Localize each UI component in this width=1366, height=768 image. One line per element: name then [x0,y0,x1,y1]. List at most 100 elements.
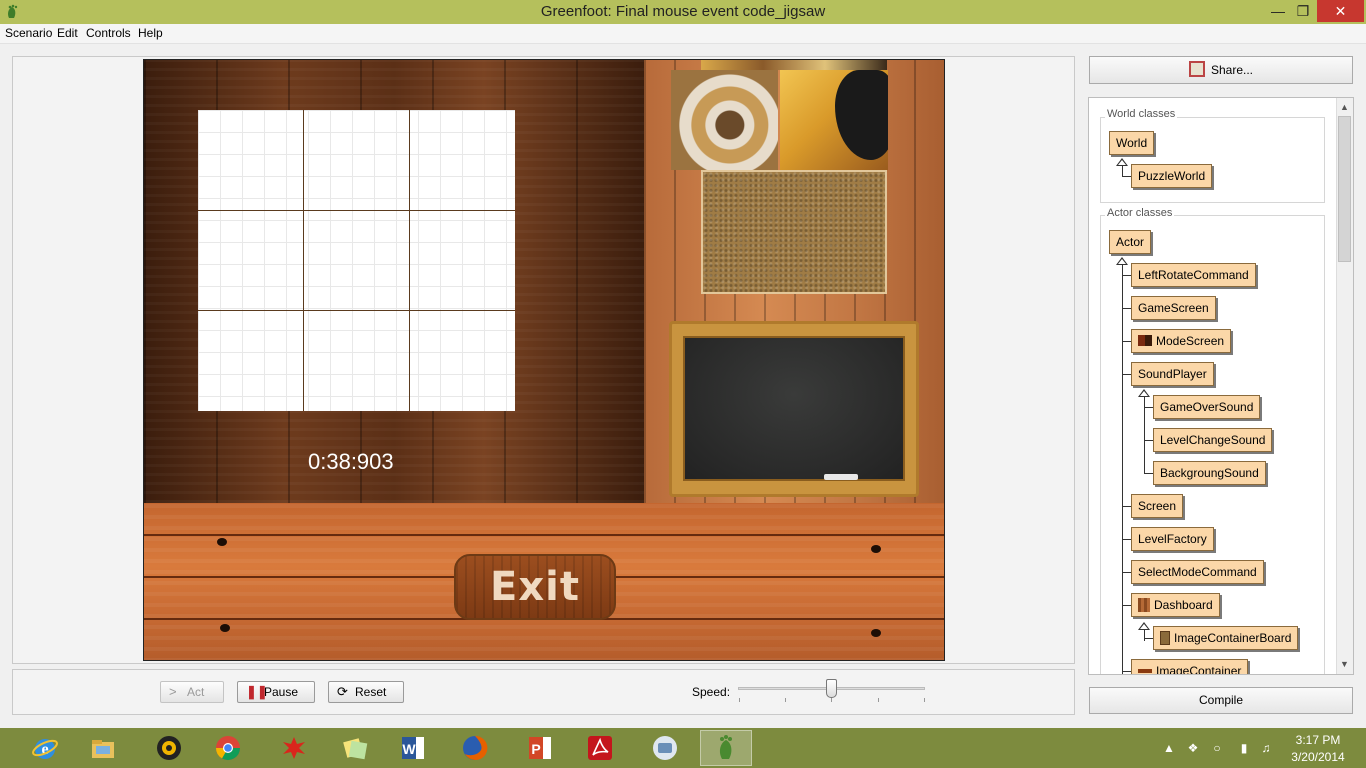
tree-connector [1122,265,1123,674]
taskbar-powerpoint[interactable]: P [514,730,566,766]
class-gamescreen[interactable]: GameScreen [1131,296,1216,320]
taskbar-media-player[interactable] [143,730,195,766]
taskbar-paint[interactable] [268,730,320,766]
nail [217,538,227,546]
class-selectmodecommand[interactable]: SelectModeCommand [1131,560,1264,584]
chrome-icon [216,736,240,761]
puzzle-piece[interactable] [671,70,778,170]
chalk [824,474,858,480]
speed-tick [878,698,879,702]
acrobat-icon [588,736,612,760]
clock-time[interactable]: 3:17 PM [1280,733,1356,747]
taskbar-firefox[interactable] [449,730,501,766]
internet-explorer-icon: e [32,739,58,759]
volume-icon[interactable]: ♫ [1259,741,1273,755]
media-player-icon [157,736,181,760]
image-container-board[interactable] [701,170,887,294]
tree-connector [1122,308,1131,309]
class-imagecontainer[interactable]: ImageContainer [1131,659,1249,674]
act-button[interactable]: > Act [160,681,224,703]
tree-connector [1122,275,1131,276]
taskbar-internet-explorer[interactable]: e [19,730,71,766]
clock-date[interactable]: 3/20/2014 [1280,750,1356,764]
class-label: Dashboard [1154,598,1213,612]
scrollbar-thumb[interactable] [1338,116,1351,262]
pause-button[interactable]: ❚❚ Pause [237,681,315,703]
disk-icon [653,736,677,760]
grid-divider [198,310,515,311]
word-icon: W [402,737,424,759]
sticky-notes-icon [343,738,368,760]
dropbox-icon[interactable]: ❖ [1186,741,1200,755]
nail [871,629,881,637]
menu-controls[interactable]: Controls [86,26,131,40]
inheritance-arrow [1138,622,1150,630]
class-actor[interactable]: Actor [1109,230,1152,254]
reset-label: Reset [355,685,387,699]
scroll-down-icon[interactable]: ▼ [1338,659,1351,669]
class-modescreen[interactable]: ModeScreen [1131,329,1232,353]
puzzle-piece-image [835,70,888,160]
exit-button[interactable]: Exit [454,554,616,620]
class-levelfactory[interactable]: LevelFactory [1131,527,1214,551]
class-soundplayer[interactable]: SoundPlayer [1131,362,1214,386]
tree-connector [1144,473,1153,474]
window-title: Greenfoot: Final mouse event code_jigsaw [540,3,826,20]
taskbar-word[interactable]: W [387,730,439,766]
tree-connector [1122,341,1131,342]
class-puzzleworld[interactable]: PuzzleWorld [1131,164,1213,188]
class-backgroungsound[interactable]: BackgroungSound [1153,461,1266,485]
tree-connector [1122,605,1131,606]
puzzle-piece-strip[interactable] [701,60,887,70]
world-classes-title: World classes [1105,108,1178,120]
powerpoint-icon: P [529,737,551,759]
minimize-button[interactable]: — [1265,0,1291,22]
taskbar-acrobat[interactable] [574,730,626,766]
taskbar-file-explorer[interactable] [77,730,129,766]
easel-icon [1188,61,1205,77]
menu-bar: Scenario Edit Controls Help [0,24,1366,44]
tree-connector [1144,407,1153,408]
imagecontainer-image-icon [1138,669,1152,673]
taskbar-sticky-notes[interactable] [329,730,381,766]
puzzle-piece[interactable] [780,70,888,170]
network-tray-icon[interactable]: ○ [1210,741,1224,755]
menu-scenario[interactable]: Scenario [5,26,52,40]
share-button[interactable]: Share... [1089,56,1353,84]
act-icon: > [169,684,177,699]
puzzle-grid-board[interactable] [198,110,515,411]
speed-tick [785,698,786,702]
taskbar-disk-utility[interactable] [639,730,691,766]
compile-button[interactable]: Compile [1089,687,1353,714]
class-leftrotatecommand[interactable]: LeftRotateCommand [1131,263,1256,287]
scroll-up-icon[interactable]: ▲ [1338,102,1351,112]
taskbar-chrome[interactable] [202,730,254,766]
nail [220,624,230,632]
class-levelchangesound[interactable]: LevelChangeSound [1153,428,1273,452]
menu-help[interactable]: Help [138,26,163,40]
class-screen[interactable]: Screen [1131,494,1184,518]
menu-edit[interactable]: Edit [57,26,78,40]
speed-slider-thumb[interactable] [826,679,837,698]
class-dashboard[interactable]: Dashboard [1131,593,1220,617]
tree-connector [1144,440,1153,441]
speed-tick [924,698,925,702]
tray-expand-icon[interactable]: ▲ [1162,741,1176,755]
tree-connector [1122,671,1131,672]
reset-button[interactable]: ⟳ Reset [328,681,404,703]
firefox-icon [463,735,488,760]
class-diagram-panel: World classes World PuzzleWorld Actor cl… [1088,97,1354,675]
inheritance-arrow [1138,389,1150,397]
battery-icon[interactable]: ▮ [1237,741,1251,755]
tree-connector [1144,638,1153,639]
speed-tick [831,698,832,702]
class-imagecontainerboard[interactable]: ImageContainerBoard [1153,626,1299,650]
world-canvas[interactable]: 0:38:903 Exit [143,59,945,661]
maximize-button[interactable]: ❐ [1290,0,1316,22]
class-world[interactable]: World [1109,131,1155,155]
taskbar-greenfoot[interactable] [700,730,752,766]
modescreen-image-icon [1138,335,1152,346]
inheritance-arrow [1116,158,1128,166]
class-gameoversound[interactable]: GameOverSound [1153,395,1261,419]
close-button[interactable]: ✕ [1317,0,1364,22]
